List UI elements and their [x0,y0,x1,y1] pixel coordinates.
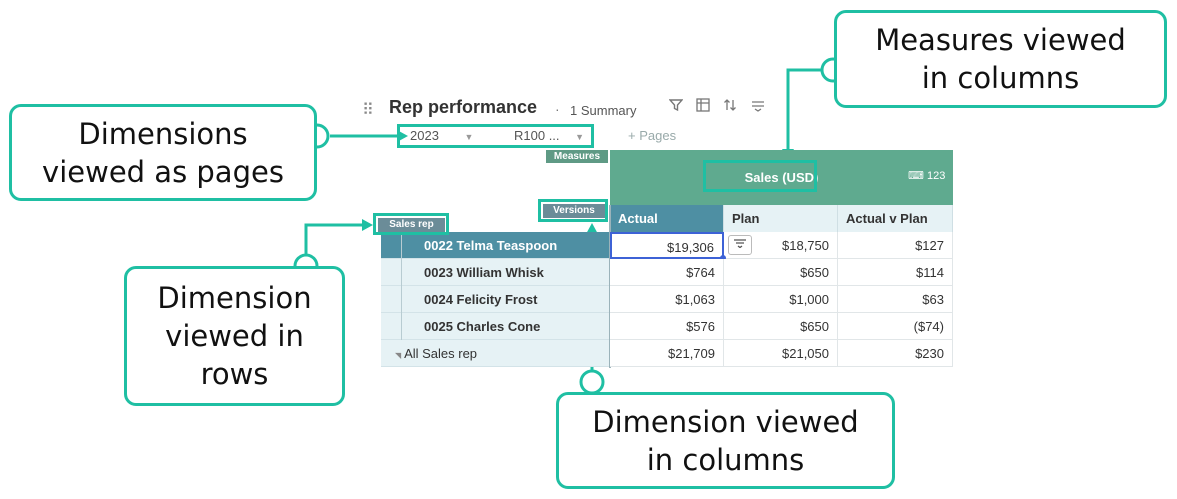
row-header-total-label: All Sales rep [404,346,478,361]
callout-columns: Dimension viewed in columns [556,392,895,489]
grid-cell[interactable]: $576 [610,313,724,340]
columns-knob [579,369,605,395]
measures-highlight [703,160,817,192]
number-format-label: 123 [926,170,946,182]
row-header[interactable]: 0025 Charles Cone [381,313,610,340]
pivot-icon[interactable] [695,98,711,114]
grid-cell-total[interactable]: $21,050 [724,340,838,367]
measures-connector [786,68,835,150]
grid-cell[interactable]: ($74) [838,313,953,340]
sort-icon[interactable] [722,98,738,114]
grid-cell-total[interactable]: $230 [838,340,953,367]
callout-rows: Dimension viewed in rows [124,266,345,406]
grid-cell[interactable]: $127 [838,232,953,259]
row-header-total[interactable]: ◥ All Sales rep [381,340,610,367]
grid-cell[interactable]: $650 [724,259,838,286]
drag-handle-icon[interactable]: ⠿ [362,100,374,120]
callout-pages: Dimensions viewed as pages [9,104,317,201]
cell-options-icon[interactable] [728,235,752,255]
callout-measures: Measures viewed in columns [834,10,1167,108]
versions-highlight [538,199,608,222]
grid-cell[interactable]: $764 [610,259,724,286]
grid-cell[interactable]: $1,063 [610,286,724,313]
grid-cell[interactable]: $63 [838,286,953,313]
collapse-icon[interactable]: ◥ [395,351,401,360]
column-header-plan[interactable]: Plan [724,205,838,232]
row-header[interactable]: 0022 Telma Teaspoon [381,232,610,259]
row-header[interactable]: 0023 William Whisk [381,259,610,286]
rows-connector [304,223,362,266]
page-title: Rep performance [389,97,538,117]
grid-cell[interactable]: $114 [838,259,953,286]
grid-cell[interactable]: $650 [724,313,838,340]
rows-arrowhead [362,219,373,231]
add-pages-button[interactable]: + Pages [628,128,676,143]
keyboard-icon: ⌨ [908,170,924,182]
title-separator: · [555,101,560,117]
grid-cell-total[interactable]: $21,709 [610,340,724,367]
number-format-indicator: ⌨ 123 [908,169,945,182]
tree-line [401,232,402,340]
row-header[interactable]: 0024 Felicity Frost [381,286,610,313]
column-header-actual[interactable]: Actual [610,205,724,232]
sales-rep-highlight [373,213,449,235]
filter-icon[interactable] [668,98,684,114]
options-icon[interactable] [750,98,766,114]
pages-highlight [397,124,594,148]
grid-cell[interactable]: $1,000 [724,286,838,313]
measures-tag[interactable]: Measures [546,150,608,163]
summary-selector[interactable]: 1 Summary [570,103,636,118]
grid-cell-selected[interactable]: $19,306 [610,232,724,259]
column-header-actual-v-plan[interactable]: Actual v Plan [838,205,953,232]
